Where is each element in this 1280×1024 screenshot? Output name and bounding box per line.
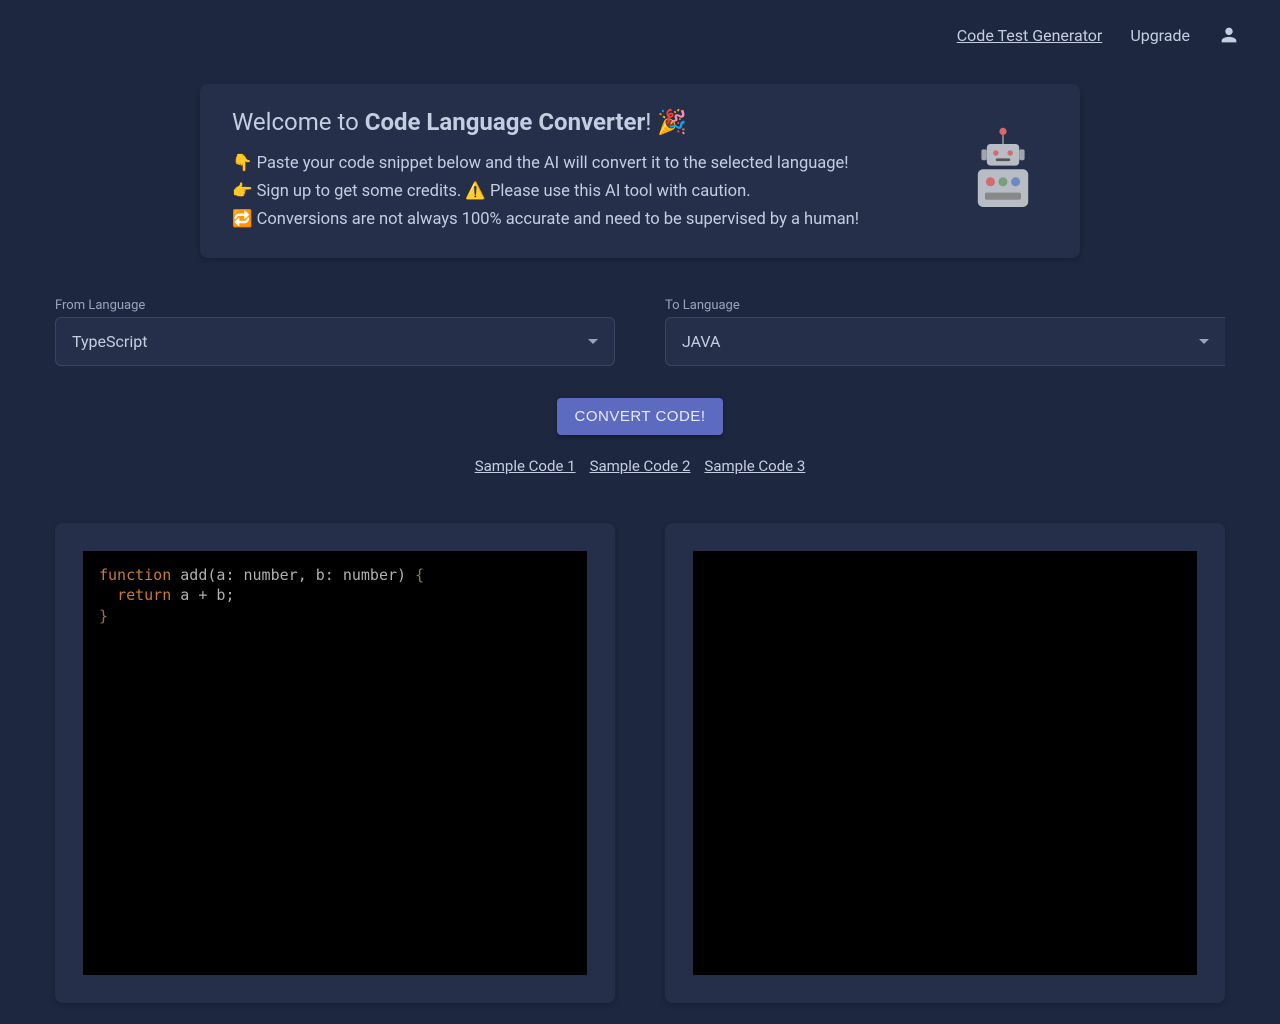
sample-code-3[interactable]: Sample Code 3 (704, 457, 805, 475)
chevron-down-icon (588, 339, 598, 344)
welcome-title: Welcome to Code Language Converter! 🎉 (232, 108, 859, 136)
convert-button[interactable]: CONVERT CODE! (557, 398, 724, 435)
welcome-text: Welcome to Code Language Converter! 🎉 👇 … (232, 108, 859, 234)
token-ident: add (171, 566, 207, 584)
welcome-prefix: Welcome to (232, 108, 365, 136)
token-keyword: return (117, 586, 171, 604)
sample-code-2[interactable]: Sample Code 2 (590, 457, 691, 475)
account-icon[interactable] (1218, 24, 1240, 46)
welcome-line-1: 👇 Paste your code snippet below and the … (232, 150, 859, 178)
token-ident: b (307, 566, 325, 584)
token-op: : (325, 566, 334, 584)
from-language-label: From Language (55, 298, 615, 313)
token-punct: , (298, 566, 307, 584)
token-space (406, 566, 415, 584)
output-code-viewer[interactable] (693, 551, 1197, 975)
robot-icon (958, 126, 1048, 216)
token-ident: b (207, 586, 225, 604)
welcome-line-3: 🔁 Conversions are not always 100% accura… (232, 206, 859, 234)
token-type: number (334, 566, 397, 584)
token-punct: (a (207, 566, 225, 584)
to-language-group: To Language JAVA (665, 298, 1225, 366)
input-code-editor[interactable]: function add(a: number, b: number) { ret… (83, 551, 587, 975)
welcome-suffix: ! 🎉 (645, 108, 687, 136)
sample-links: Sample Code 1 Sample Code 2 Sample Code … (0, 457, 1280, 475)
convert-row: CONVERT CODE! (0, 398, 1280, 435)
token-ident: a (171, 586, 198, 604)
welcome-line-2: 👉 Sign up to get some credits. ⚠️ Please… (232, 178, 859, 206)
welcome-card: Welcome to Code Language Converter! 🎉 👇 … (200, 84, 1080, 258)
to-language-label: To Language (665, 298, 1225, 313)
output-panel (665, 523, 1225, 1003)
token-type: number (234, 566, 297, 584)
code-panels: function add(a: number, b: number) { ret… (0, 475, 1280, 1003)
from-language-select[interactable]: TypeScript (55, 317, 615, 366)
token-punct: ; (225, 586, 234, 604)
to-language-select[interactable]: JAVA (665, 317, 1225, 366)
from-language-group: From Language TypeScript (55, 298, 615, 366)
language-selectors: From Language TypeScript To Language JAV… (0, 258, 1280, 366)
token-keyword: function (99, 566, 171, 584)
header-nav: Code Test Generator Upgrade (0, 0, 1280, 56)
link-upgrade[interactable]: Upgrade (1130, 26, 1190, 45)
input-panel: function add(a: number, b: number) { ret… (55, 523, 615, 1003)
link-code-test-generator[interactable]: Code Test Generator (957, 26, 1103, 45)
sample-code-1[interactable]: Sample Code 1 (475, 457, 576, 475)
to-language-value: JAVA (682, 332, 720, 351)
token-indent (99, 586, 117, 604)
chevron-down-icon (1199, 339, 1209, 344)
token-punct: ) (397, 566, 406, 584)
welcome-bold: Code Language Converter (365, 108, 646, 136)
from-language-value: TypeScript (72, 332, 147, 351)
token-brace: } (99, 607, 108, 625)
token-brace: { (415, 566, 424, 584)
